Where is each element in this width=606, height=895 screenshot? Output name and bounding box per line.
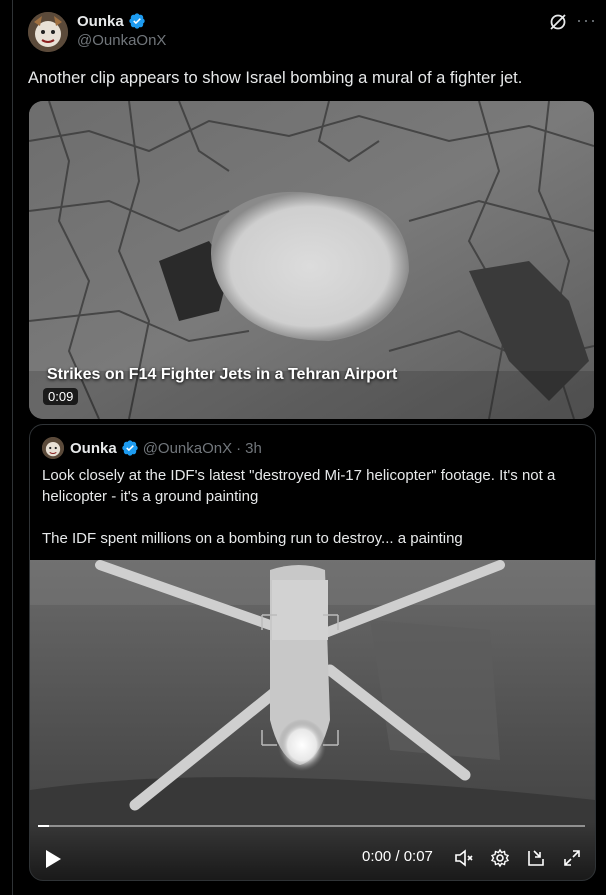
quoted-text: Look closely at the IDF's latest "destro…: [42, 465, 582, 570]
quoted-author-handle: @OunkaOnX: [142, 439, 233, 457]
video-controls-overlay: [30, 822, 595, 880]
grok-icon[interactable]: [548, 12, 568, 32]
play-icon[interactable]: [44, 849, 62, 869]
video-duration: 0:09: [43, 388, 79, 405]
author-handle[interactable]: @OunkaOnX: [77, 32, 166, 49]
tweet-video[interactable]: Strikes on F14 Fighter Jets in a Tehran …: [29, 101, 594, 419]
quoted-video[interactable]: [30, 560, 595, 880]
quoted-paragraph-2: The IDF spent millions on a bombing run …: [42, 530, 463, 547]
avatar[interactable]: [28, 12, 68, 52]
quoted-avatar[interactable]: [42, 437, 64, 459]
pip-icon[interactable]: [526, 848, 546, 868]
fullscreen-icon[interactable]: [562, 848, 582, 868]
verified-badge-icon: [122, 440, 138, 456]
quoted-timestamp: 3h: [245, 439, 262, 457]
more-icon[interactable]: ···: [576, 10, 597, 31]
mute-icon[interactable]: [454, 848, 474, 868]
settings-icon[interactable]: [490, 848, 510, 868]
video-progress-bar[interactable]: [38, 825, 585, 827]
author-name[interactable]: Ounka: [77, 13, 124, 30]
quoted-author-row: Ounka @OunkaOnX · 3h: [70, 439, 262, 457]
video-caption: Strikes on F14 Fighter Jets in a Tehran …: [47, 366, 398, 383]
verified-badge-icon: [129, 13, 145, 29]
quoted-author-name: Ounka: [70, 439, 117, 457]
tweet-text: Another clip appears to show Israel bomb…: [28, 69, 523, 87]
author-row: Ounka: [77, 12, 146, 30]
video-progress-fill: [38, 825, 49, 827]
video-time: 0:00 / 0:07: [362, 848, 433, 865]
quoted-tweet[interactable]: Ounka @OunkaOnX · 3h Look closely at the…: [29, 424, 596, 881]
meta-separator: ·: [236, 439, 242, 457]
quoted-paragraph-1: Look closely at the IDF's latest "destro…: [42, 467, 556, 505]
